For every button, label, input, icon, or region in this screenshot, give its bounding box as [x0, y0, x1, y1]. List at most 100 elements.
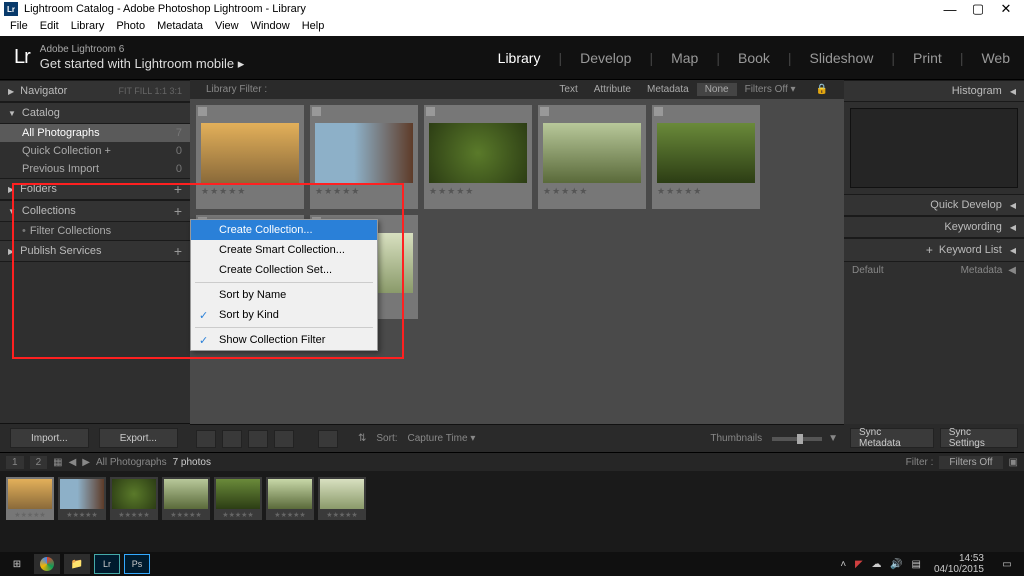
navigator-zoom[interactable]: FIT FILL 1:1 3:1: [118, 86, 182, 96]
grid-cell[interactable]: ★★★★★: [424, 105, 532, 209]
maximize-button[interactable]: ▢: [964, 1, 992, 17]
filters-off[interactable]: Filters Off ▾: [737, 84, 804, 95]
module-library[interactable]: Library: [498, 46, 541, 70]
filter-none[interactable]: None: [697, 83, 737, 96]
module-map[interactable]: Map: [671, 46, 698, 70]
rating-stars[interactable]: ★★★★★: [320, 509, 364, 519]
flag-icon[interactable]: [198, 107, 207, 116]
filmstrip-cell[interactable]: ★★★★★: [214, 477, 262, 520]
rating-stars[interactable]: ★★★★★: [429, 186, 527, 197]
loupe-view-button[interactable]: [222, 430, 242, 448]
grid-view-button[interactable]: [196, 430, 216, 448]
start-button[interactable]: ⊞: [4, 554, 30, 574]
filmstrip-cell[interactable]: ★★★★★: [110, 477, 158, 520]
compare-view-button[interactable]: [248, 430, 268, 448]
module-print[interactable]: Print: [913, 46, 942, 70]
grid-cell[interactable]: ★★★★★: [538, 105, 646, 209]
menu-sort-by-kind[interactable]: Sort by Kind: [191, 305, 377, 325]
filter-attribute[interactable]: Attribute: [586, 84, 639, 95]
module-slideshow[interactable]: Slideshow: [810, 46, 874, 70]
tray-cloud-icon[interactable]: ☁: [868, 559, 884, 570]
filmstrip-path[interactable]: All Photographs: [96, 457, 167, 468]
tray-chevron-icon[interactable]: ˄: [837, 559, 849, 570]
taskbar-chrome[interactable]: [34, 554, 60, 574]
thumbnail-size-slider[interactable]: [772, 437, 822, 441]
filmstrip-cell[interactable]: ★★★★★: [6, 477, 54, 520]
menu-metadata[interactable]: Metadata: [151, 18, 209, 36]
metadata-preset-row[interactable]: DefaultMetadata◀: [844, 262, 1024, 279]
import-button[interactable]: Import...: [10, 428, 89, 448]
taskbar-explorer[interactable]: 📁: [64, 554, 90, 574]
minimize-button[interactable]: —: [936, 2, 964, 17]
menu-photo[interactable]: Photo: [110, 18, 151, 36]
flag-icon[interactable]: [426, 107, 435, 116]
export-button[interactable]: Export...: [99, 428, 178, 448]
module-develop[interactable]: Develop: [580, 46, 631, 70]
back-icon[interactable]: ◀: [69, 457, 77, 468]
grid-icon[interactable]: ▦: [53, 457, 62, 468]
system-tray[interactable]: ˄ ◤ ☁ 🔊 ▤: [837, 559, 924, 570]
toolbar-chevron-icon[interactable]: ▼: [828, 433, 838, 444]
panel-catalog[interactable]: ▼ Catalog: [0, 102, 190, 124]
taskbar-lightroom[interactable]: Lr: [94, 554, 120, 574]
thumbnail[interactable]: [8, 479, 52, 509]
filmstrip-thumbs[interactable]: ★★★★★ ★★★★★ ★★★★★ ★★★★★ ★★★★★ ★★★★★ ★★★★…: [0, 471, 1024, 526]
panel-navigator[interactable]: ▶ Navigator FIT FILL 1:1 3:1: [0, 80, 190, 102]
close-button[interactable]: ✕: [992, 1, 1020, 17]
thumbnail[interactable]: [60, 479, 104, 509]
rating-stars[interactable]: ★★★★★: [164, 509, 208, 519]
thumbnail[interactable]: [543, 123, 641, 183]
thumbnail[interactable]: [315, 123, 413, 183]
tagline[interactable]: Get started with Lightroom mobile ▸: [40, 56, 245, 72]
panel-keywording[interactable]: Keywording◀: [844, 216, 1024, 238]
flag-icon[interactable]: [654, 107, 663, 116]
flag-icon[interactable]: [540, 107, 549, 116]
tray-volume-icon[interactable]: 🔊: [887, 559, 905, 570]
catalog-quick-collection[interactable]: Quick Collection + 0: [0, 142, 190, 160]
rating-stars[interactable]: ★★★★★: [657, 186, 755, 197]
sort-field[interactable]: Capture Time ▾: [408, 433, 476, 444]
module-web[interactable]: Web: [981, 46, 1010, 70]
survey-view-button[interactable]: [274, 430, 294, 448]
sort-direction-icon[interactable]: ⇅: [358, 433, 366, 444]
filter-dropdown[interactable]: Filters Off: [939, 456, 1002, 469]
menu-create-collection[interactable]: Create Collection...: [191, 220, 377, 240]
filmstrip-switch-icon[interactable]: ▣: [1009, 457, 1018, 468]
taskbar-clock[interactable]: 14:53 04/10/2015: [928, 553, 990, 575]
menu-edit[interactable]: Edit: [34, 18, 65, 36]
rating-stars[interactable]: ★★★★★: [112, 509, 156, 519]
flag-icon[interactable]: [312, 107, 321, 116]
rating-stars[interactable]: ★★★★★: [216, 509, 260, 519]
panel-quick-develop[interactable]: Quick Develop◀: [844, 194, 1024, 216]
thumbnail[interactable]: [112, 479, 156, 509]
lock-icon[interactable]: 🔒: [808, 84, 836, 95]
thumbnail[interactable]: [268, 479, 312, 509]
action-center-icon[interactable]: ▭: [994, 554, 1020, 574]
module-book[interactable]: Book: [738, 46, 770, 70]
painter-button[interactable]: [318, 430, 338, 448]
filmstrip-cell[interactable]: ★★★★★: [58, 477, 106, 520]
catalog-all-photographs[interactable]: All Photographs 7: [0, 124, 190, 142]
sync-settings-button[interactable]: Sync Settings: [940, 428, 1018, 448]
thumbnail[interactable]: [201, 123, 299, 183]
rating-stars[interactable]: ★★★★★: [268, 509, 312, 519]
tray-network-icon[interactable]: ▤: [908, 559, 923, 570]
thumbnail[interactable]: [429, 123, 527, 183]
thumbnail[interactable]: [657, 123, 755, 183]
menu-view[interactable]: View: [209, 18, 245, 36]
menu-show-collection-filter[interactable]: Show Collection Filter: [191, 330, 377, 350]
second-monitor-1[interactable]: 1: [6, 456, 24, 469]
grid-cell[interactable]: ★★★★★: [652, 105, 760, 209]
rating-stars[interactable]: ★★★★★: [543, 186, 641, 197]
filmstrip-cell[interactable]: ★★★★★: [162, 477, 210, 520]
panel-keyword-list[interactable]: +Keyword List◀: [844, 238, 1024, 262]
filmstrip-cell[interactable]: ★★★★★: [266, 477, 314, 520]
menu-window[interactable]: Window: [245, 18, 296, 36]
filter-metadata[interactable]: Metadata: [639, 84, 697, 95]
menu-create-collection-set[interactable]: Create Collection Set...: [191, 260, 377, 280]
menu-create-smart-collection[interactable]: Create Smart Collection...: [191, 240, 377, 260]
menu-sort-by-name[interactable]: Sort by Name: [191, 285, 377, 305]
thumbnail[interactable]: [216, 479, 260, 509]
panel-histogram[interactable]: Histogram◀: [844, 80, 1024, 102]
menu-file[interactable]: File: [4, 18, 34, 36]
